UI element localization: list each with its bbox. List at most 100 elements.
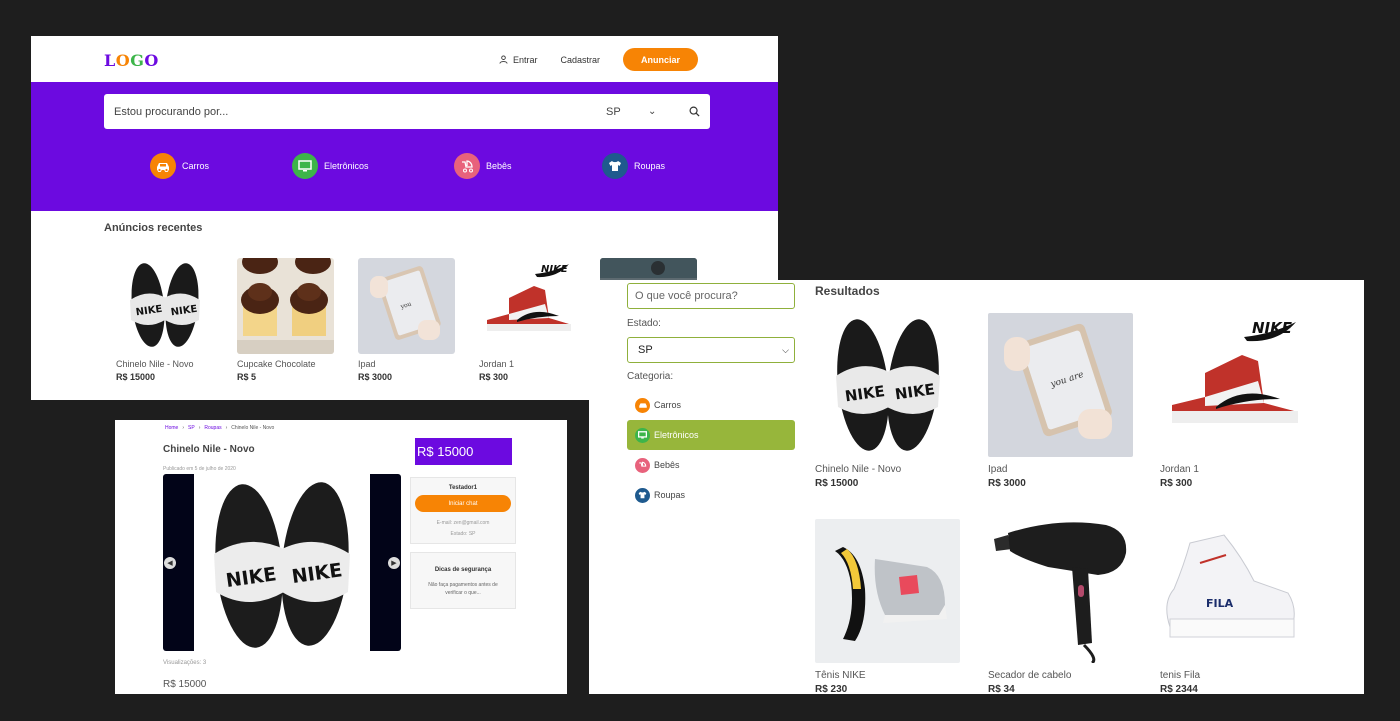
search-icon[interactable] (678, 106, 710, 117)
product-image-sneaker: NIKE (1160, 313, 1305, 457)
results-title: Resultados (815, 284, 880, 298)
filter-category-label: Roupas (654, 490, 686, 500)
gallery-next-button[interactable]: ▶ (388, 557, 400, 569)
result-price: R$ 2344 (1160, 684, 1198, 694)
ad-title: Jordan 1 (479, 359, 515, 369)
chevron-right-icon: › (182, 425, 185, 431)
ad-title: Cupcake Chocolate (237, 359, 316, 369)
product-image-ipad: you are (988, 313, 1133, 457)
hero-banner: Estou procurando por... SP ⌄ Carros Elet… (31, 82, 778, 211)
search-input[interactable]: O que você procura? (627, 283, 795, 309)
car-icon (635, 397, 650, 413)
state-select[interactable]: SP (606, 106, 648, 118)
view-count: Visualizações: 3 (163, 660, 207, 666)
safety-tips-title: Dicas de segurança (434, 567, 492, 573)
ad-price: R$ 5 (237, 372, 257, 382)
recent-ad-card[interactable]: NIKE NIKE Chinelo Nile - Novo R$ 15000 (116, 258, 213, 382)
filter-category-eletronicos[interactable]: Eletrônicos (627, 420, 795, 450)
start-chat-button[interactable]: Iniciar chat (415, 495, 511, 512)
recent-ad-card[interactable]: you Ipad R$ 3000 (358, 258, 455, 382)
ad-price: R$ 3000 (358, 372, 393, 382)
category-label: Eletrônicos (324, 161, 369, 171)
chevron-right-icon: › (225, 425, 228, 431)
result-title: Jordan 1 (1160, 464, 1199, 475)
login-link[interactable]: Entrar (499, 54, 538, 65)
product-screen: Home › SP › Roupas › Chinelo Nile - Novo Ch… (115, 420, 567, 694)
filter-category-roupas[interactable]: Roupas (627, 480, 795, 510)
safety-tips-body: Não faça pagamentos antes de verificar o… (428, 582, 498, 596)
chevron-right-icon: › (198, 425, 201, 431)
results-screen: O que você procura? Estado: SP ⌵ Categor… (589, 280, 1364, 694)
ad-price: R$ 300 (479, 372, 509, 382)
image-gallery: NIKE NIKE ◀ ▶ (163, 474, 401, 651)
search-bar: Estou procurando por... SP ⌄ (104, 94, 710, 129)
logo-letter: O (115, 51, 131, 70)
recent-ads-title: Anúncios recentes (104, 222, 203, 234)
category-carros[interactable]: Carros (150, 153, 209, 179)
user-icon (499, 55, 508, 64)
breadcrumb-home[interactable]: Home (165, 425, 178, 431)
bottom-price: R$ 15000 (163, 679, 207, 690)
category-bar: Carros Eletrônicos Bebês Roupas (31, 153, 778, 183)
product-image-cupcakes (237, 258, 334, 354)
signup-link[interactable]: Cadastrar (560, 55, 600, 65)
result-card[interactable]: you are Ipad R$ 3000 (988, 313, 1133, 489)
product-title: Chinelo Nile - Novo (163, 444, 255, 455)
result-card[interactable]: NIKE Jordan 1 R$ 300 (1160, 313, 1305, 489)
product-image-hair-dryer (988, 519, 1133, 663)
result-card[interactable]: Secador de cabelo R$ 34 (988, 519, 1133, 694)
product-image-ipad: you (358, 258, 455, 354)
gallery-prev-button[interactable]: ◀ (164, 557, 176, 569)
search-input[interactable]: Estou procurando por... (104, 106, 606, 118)
ad-title: Ipad (358, 359, 376, 369)
category-eletronicos[interactable]: Eletrônicos (292, 153, 369, 179)
category-label: Categoria: (627, 371, 674, 382)
result-card[interactable]: Tênis NIKE R$ 230 (815, 519, 960, 694)
recent-ad-card[interactable]: Cupcake Chocolate R$ 5 (237, 258, 334, 382)
ad-price: R$ 15000 (116, 372, 156, 382)
filter-category-label: Eletrônicos (654, 430, 699, 440)
seller-name: Testador1 (448, 485, 478, 491)
category-bebes[interactable]: Bebês (454, 153, 512, 179)
breadcrumb: Home › SP › Roupas › Chinelo Nile - Novo (165, 425, 274, 431)
result-title: Tênis NIKE (815, 670, 866, 681)
result-card[interactable]: FILA tenis Fila R$ 2344 (1160, 519, 1305, 694)
result-price: R$ 34 (988, 684, 1015, 694)
product-image-running-shoes (815, 519, 960, 663)
result-price: R$ 15000 (815, 478, 859, 489)
chevron-down-icon[interactable]: ⌄ (648, 106, 678, 117)
shirt-icon (635, 487, 650, 503)
filter-category-label: Bebês (654, 460, 680, 470)
breadcrumb-category[interactable]: Roupas (204, 425, 221, 431)
chevron-left-icon: ◀ (167, 560, 173, 567)
filter-category-label: Carros (654, 400, 682, 410)
published-date: Publicado em 5 de julho de 2020 (163, 466, 236, 472)
recent-ad-card[interactable]: NIKE Jordan 1 R$ 300 (479, 258, 576, 382)
breadcrumb-state[interactable]: SP (188, 425, 195, 431)
seller-email: E-mail: zen@gmail.com (436, 520, 490, 526)
category-roupas[interactable]: Roupas (602, 153, 665, 179)
result-card[interactable]: NIKE NIKE Chinelo Nile - Novo R$ 15000 (815, 313, 960, 489)
result-price: R$ 230 (815, 684, 848, 694)
filter-category-bebes[interactable]: Bebês (627, 450, 795, 480)
logo-letter: L (104, 51, 116, 70)
state-label: Estado: (627, 318, 661, 329)
result-price: R$ 3000 (988, 478, 1026, 489)
monitor-icon (635, 427, 650, 443)
category-label: Carros (182, 161, 210, 171)
filter-category-carros[interactable]: Carros (627, 390, 795, 420)
login-label: Entrar (512, 54, 538, 65)
result-title: tenis Fila (1160, 670, 1201, 681)
stroller-icon (454, 153, 480, 179)
product-image-white-sneaker: FILA (1160, 519, 1305, 663)
ad-title: Chinelo Nile - Novo (116, 359, 194, 369)
shirt-icon (602, 153, 628, 179)
product-image-sneaker: NIKE (479, 258, 576, 354)
site-header: LOGO Entrar Cadastrar Anunciar (31, 36, 778, 82)
logo[interactable]: LOGO (104, 51, 159, 70)
product-image-slippers: NIKE NIKE (116, 258, 213, 354)
advertise-button[interactable]: Anunciar (623, 48, 698, 71)
state-select[interactable]: SP ⌵ (627, 337, 795, 363)
seller-state: Estado: SP (450, 531, 476, 537)
result-title: Chinelo Nile - Novo (815, 464, 902, 475)
